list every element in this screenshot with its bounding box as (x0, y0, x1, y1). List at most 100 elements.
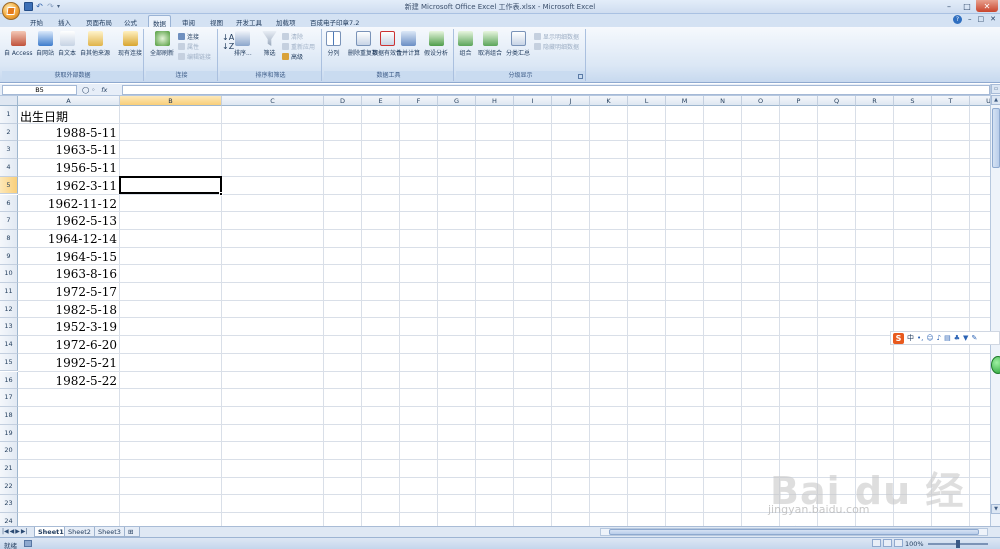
cell-date[interactable]: 1963-8-16 (18, 267, 117, 281)
column-header[interactable]: U (970, 96, 990, 106)
next-sheet-icon[interactable]: ▶ (15, 528, 20, 535)
cell-date[interactable]: 1964-5-15 (18, 250, 117, 264)
last-sheet-icon[interactable]: ▶| (21, 528, 28, 535)
floating-assistant-icon[interactable] (991, 356, 1000, 374)
sheet-tab-3[interactable]: Sheet3 (94, 527, 125, 537)
properties-button[interactable]: 属性 (178, 42, 199, 51)
sheet-tab-2[interactable]: Sheet2 (64, 527, 95, 537)
row-header[interactable]: 6 (0, 194, 18, 213)
column-header[interactable]: O (742, 96, 780, 106)
active-cell-selection[interactable] (119, 175, 222, 195)
refresh-all-button[interactable]: 全部刷新 (150, 31, 174, 57)
ribbon-minimize-icon[interactable]: – (968, 15, 972, 24)
connections-button[interactable]: 连接 (178, 32, 199, 41)
horizontal-scroll-thumb[interactable] (609, 529, 979, 535)
row-header[interactable]: 16 (0, 371, 18, 390)
ime-mode[interactable]: 中 (907, 333, 914, 343)
zoom-level[interactable]: 100% (905, 540, 924, 548)
tab-data[interactable]: 数据 (148, 15, 171, 28)
close-button[interactable]: ✕ (976, 0, 998, 12)
cell-date[interactable]: 1962-3-11 (18, 179, 117, 193)
select-all-corner[interactable] (0, 96, 18, 106)
tab-developer[interactable]: 开发工具 (232, 15, 266, 27)
punctuation-icon[interactable]: •, (917, 334, 923, 342)
column-header[interactable]: S (894, 96, 932, 106)
cell-date[interactable]: 1952-3-19 (18, 320, 117, 334)
emoji-icon[interactable]: ☺ (926, 334, 933, 342)
sort-az-icon[interactable]: ↓A ↓Z (222, 33, 234, 51)
row-header[interactable]: 15 (0, 353, 18, 372)
column-header[interactable]: M (666, 96, 704, 106)
row-header[interactable]: 18 (0, 406, 18, 425)
hide-detail-button[interactable]: 隐藏明细数据 (534, 42, 579, 51)
formula-circle-icon[interactable]: ◯ ◦ (82, 86, 95, 94)
tab-home[interactable]: 开始 (26, 15, 47, 27)
help-icon[interactable]: ? (953, 15, 962, 24)
sort-button[interactable]: 排序... (234, 31, 252, 57)
cell-date[interactable]: 1962-5-13 (18, 214, 117, 228)
microphone-icon[interactable]: ♪ (937, 334, 941, 342)
column-header[interactable]: I (514, 96, 552, 106)
maximize-button[interactable]: □ (958, 0, 976, 12)
fill-handle[interactable] (219, 191, 223, 196)
column-header[interactable]: P (780, 96, 818, 106)
row-header[interactable]: 2 (0, 123, 18, 142)
keyboard-icon[interactable]: ▤ (944, 334, 951, 342)
column-header[interactable]: K (590, 96, 628, 106)
formula-input[interactable] (122, 85, 990, 95)
scroll-split-icon[interactable]: ▭ (991, 84, 1000, 94)
text-to-columns-button[interactable]: 分列 (326, 31, 341, 57)
row-header[interactable]: 11 (0, 283, 18, 301)
column-header[interactable]: G (438, 96, 476, 106)
consolidate-button[interactable]: 合并计算 (396, 31, 420, 57)
normal-view-icon[interactable] (872, 539, 881, 547)
cell-header-birthdate[interactable]: 出生日期 (20, 108, 68, 125)
row-header[interactable]: 21 (0, 460, 18, 478)
shirt-icon[interactable]: ▼ (963, 334, 968, 342)
macro-record-icon[interactable] (24, 540, 32, 547)
row-header[interactable]: 1 (0, 106, 18, 124)
filter-button[interactable]: 筛选 (262, 31, 277, 57)
existing-connections-button[interactable]: 现有连接 (118, 31, 142, 57)
column-header[interactable]: N (704, 96, 742, 106)
column-header[interactable]: H (476, 96, 514, 106)
subtotal-button[interactable]: 分类汇总 (506, 31, 530, 57)
edit-links-button[interactable]: 编辑链接 (178, 52, 211, 61)
row-header[interactable]: 13 (0, 318, 18, 337)
tab-insert[interactable]: 插入 (54, 15, 75, 27)
cell-date[interactable]: 1963-5-11 (18, 143, 117, 157)
row-header[interactable]: 9 (0, 247, 18, 266)
row-header[interactable]: 20 (0, 442, 18, 460)
ungroup-button[interactable]: 取消组合 (478, 31, 502, 57)
row-header[interactable]: 7 (0, 212, 18, 230)
minimize-button[interactable]: – (940, 0, 958, 12)
column-header[interactable]: J (552, 96, 590, 106)
what-if-analysis-button[interactable]: 假设分析 (424, 31, 448, 57)
row-header[interactable]: 24 (0, 513, 18, 526)
column-header[interactable]: R (856, 96, 894, 106)
row-header[interactable]: 23 (0, 495, 18, 514)
settings-wrench-icon[interactable]: ✎ (971, 334, 977, 342)
horizontal-scrollbar[interactable] (600, 528, 988, 536)
column-header[interactable]: L (628, 96, 666, 106)
prev-sheet-icon[interactable]: ◀ (10, 528, 15, 535)
insert-function-icon[interactable]: fx (101, 86, 107, 94)
cell-date[interactable]: 1982-5-22 (18, 374, 117, 388)
group-button[interactable]: 组合 (458, 31, 473, 57)
cell-date[interactable]: 1988-5-11 (18, 126, 117, 140)
insert-sheet-icon[interactable]: ⊞ (124, 527, 140, 537)
column-header[interactable]: F (400, 96, 438, 106)
from-web-button[interactable]: 自网站 (36, 31, 54, 57)
name-box[interactable]: B5 (2, 85, 77, 95)
tab-addins[interactable]: 加载项 (272, 15, 300, 27)
office-button[interactable] (2, 2, 20, 20)
cell-date[interactable]: 1962-11-12 (18, 197, 117, 211)
reapply-button[interactable]: 重新应用 (282, 42, 315, 51)
column-header[interactable]: T (932, 96, 970, 106)
tab-formulas[interactable]: 公式 (120, 15, 141, 27)
row-header[interactable]: 5 (0, 176, 18, 195)
cell-date[interactable]: 1964-12-14 (18, 232, 117, 246)
first-sheet-icon[interactable]: |◀ (2, 528, 9, 535)
column-header[interactable]: D (324, 96, 362, 106)
tab-view[interactable]: 视图 (206, 15, 227, 27)
